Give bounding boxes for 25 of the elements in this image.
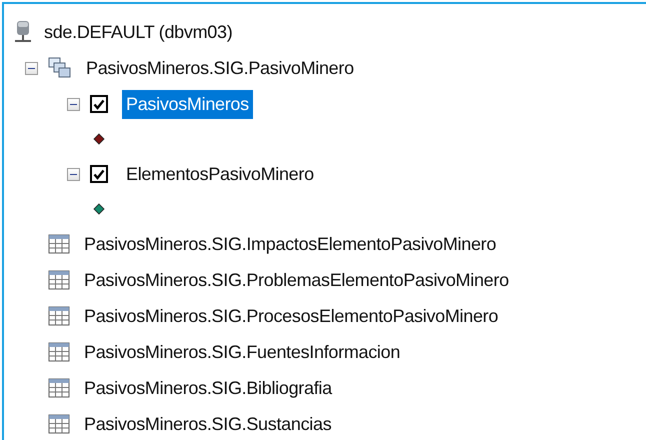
table-label[interactable]: PasivosMineros.SIG.ProblemasElementoPasivoMinero	[80, 266, 513, 294]
table-label[interactable]: PasivosMineros.SIG.Sustancias	[80, 410, 336, 438]
check-icon	[93, 98, 105, 110]
table-icon	[48, 234, 70, 254]
database-icon	[14, 20, 32, 44]
topology-label[interactable]: PasivosMineros.SIG.PasivoMinero	[82, 54, 358, 82]
layer-checkbox[interactable]	[90, 95, 108, 113]
layer-label[interactable]: ElementosPasivoMinero	[122, 160, 318, 188]
check-icon	[93, 168, 105, 180]
table-label[interactable]: PasivosMineros.SIG.Bibliografia	[80, 374, 336, 402]
database-label[interactable]: sde.DEFAULT (dbvm03)	[40, 18, 236, 46]
table-icon	[48, 342, 70, 362]
table-label[interactable]: PasivosMineros.SIG.FuentesInformacion	[80, 338, 404, 366]
table-icon	[48, 414, 70, 434]
table-icon	[48, 270, 70, 290]
layer-checkbox[interactable]	[90, 165, 108, 183]
table-label[interactable]: PasivosMineros.SIG.ImpactosElementoPasivoMinero	[80, 230, 500, 258]
table-label[interactable]: PasivosMineros.SIG.ProcesosElementoPasivoMinero	[80, 302, 502, 330]
table-icon	[48, 306, 70, 326]
layer-label[interactable]: PasivosMineros	[122, 90, 253, 118]
stacked-squares-icon	[48, 57, 72, 79]
collapse-toggle[interactable]	[66, 98, 80, 110]
collapse-toggle[interactable]	[66, 168, 80, 180]
collapse-toggle[interactable]	[24, 62, 38, 74]
table-icon	[48, 378, 70, 398]
